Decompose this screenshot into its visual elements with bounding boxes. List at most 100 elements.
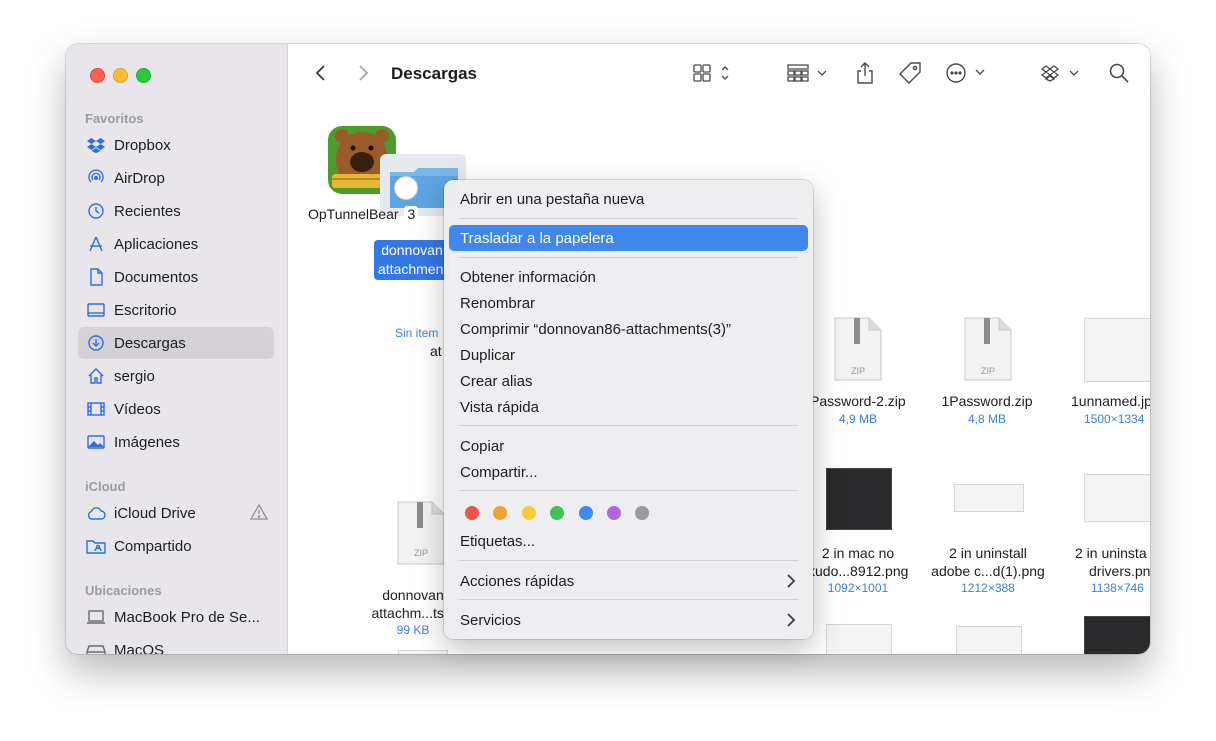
- menu-item-rename[interactable]: Renombrar: [449, 290, 808, 316]
- selected-file-label[interactable]: donnovan attachment: [374, 240, 450, 280]
- menu-item-move-to-trash[interactable]: Trasladar a la papelera: [449, 225, 808, 251]
- menu-item-tags[interactable]: Etiquetas...: [449, 528, 808, 554]
- image-thumbnail[interactable]: [956, 626, 1022, 654]
- zip-file-icon[interactable]: ZIP: [396, 500, 446, 566]
- applications-icon: [86, 234, 106, 254]
- tag-icon: [898, 61, 922, 90]
- more-actions-button[interactable]: [944, 62, 990, 88]
- menu-item-share[interactable]: Compartir...: [449, 459, 808, 485]
- menu-item-make-alias[interactable]: Crear alias: [449, 368, 808, 394]
- sidebar-item-sergio[interactable]: sergio: [78, 360, 274, 392]
- view-mode-button[interactable]: [690, 62, 734, 88]
- selected-file-meta: Sin item: [395, 326, 439, 340]
- sidebar-item-label: Documentos: [114, 268, 199, 286]
- file-name: donnovan: [382, 587, 444, 603]
- partial-filename: at: [430, 343, 442, 359]
- desktop-icon: [86, 300, 106, 320]
- sidebar-item-airdrop[interactable]: AirDrop: [78, 162, 274, 194]
- chevron-left-icon: [315, 64, 327, 87]
- share-icon: [855, 61, 875, 90]
- image-thumbnail[interactable]: [826, 624, 892, 654]
- tag-gray-button[interactable]: [635, 506, 649, 520]
- sidebar-item-documentos[interactable]: Documentos: [78, 261, 274, 293]
- tags-button[interactable]: [896, 61, 924, 90]
- zip-file-icon[interactable]: ZIP: [963, 316, 1013, 382]
- back-button[interactable]: [310, 62, 332, 88]
- close-window-button[interactable]: [90, 68, 105, 83]
- sidebar-item-compartido[interactable]: Compartido: [78, 530, 274, 562]
- file-meta: 1500×1334: [1084, 412, 1145, 426]
- sidebar-item-label: Vídeos: [114, 400, 161, 418]
- file-name: drivers.png: [1089, 563, 1150, 579]
- minimize-window-button[interactable]: [113, 68, 128, 83]
- file-meta: 1212×388: [961, 581, 1015, 595]
- zip-label: ZIP: [850, 366, 865, 376]
- image-thumbnail[interactable]: [398, 650, 448, 654]
- dropbox-menu-button[interactable]: [1040, 62, 1084, 88]
- menu-item-duplicate[interactable]: Duplicar: [449, 342, 808, 368]
- sidebar-item-dropbox[interactable]: Dropbox: [78, 129, 274, 161]
- sidebar-item-descargas[interactable]: Descargas: [78, 327, 274, 359]
- sidebar-item-recientes[interactable]: Recientes: [78, 195, 274, 227]
- sidebar-item-label: Recientes: [114, 202, 181, 220]
- menu-item-label: Servicios: [460, 611, 521, 629]
- menu-item-compress[interactable]: Comprimir “donnovan86-attachments(3)”: [449, 316, 808, 342]
- image-thumbnail[interactable]: [826, 468, 892, 530]
- image-thumbnail[interactable]: [954, 484, 1024, 512]
- image-thumbnail[interactable]: [1084, 318, 1150, 382]
- zip-file-icon[interactable]: ZIP: [833, 316, 883, 382]
- sidebar-item-escritorio[interactable]: Escritorio: [78, 294, 274, 326]
- menu-item-get-info[interactable]: Obtener información: [449, 264, 808, 290]
- context-menu: Abrir en una pestaña nueva Trasladar a l…: [444, 180, 813, 639]
- shared-folder-icon: [86, 536, 106, 556]
- sidebar-item-videos[interactable]: Vídeos: [78, 393, 274, 425]
- sidebar-item-macos[interactable]: MacOS: [78, 634, 274, 654]
- clock-icon: [86, 201, 106, 221]
- menu-item-copy[interactable]: Copiar: [449, 433, 808, 459]
- menu-item-quick-look[interactable]: Vista rápida: [449, 394, 808, 420]
- menu-item-quick-actions[interactable]: Acciones rápidas: [449, 568, 808, 594]
- selected-name-line-1: donnovan: [381, 242, 443, 258]
- film-icon: [86, 399, 106, 419]
- menu-item-services[interactable]: Servicios: [449, 607, 808, 633]
- file-name: Password-2.zip: [810, 393, 906, 409]
- sidebar: Favoritos Dropbox AirDrop Recientes Apli…: [66, 44, 288, 654]
- tag-orange-button[interactable]: [493, 506, 507, 520]
- image-thumbnail[interactable]: [1084, 616, 1150, 654]
- menu-item-label: Obtener información: [460, 268, 596, 286]
- sidebar-item-label: sergio: [114, 367, 155, 385]
- search-button[interactable]: [1106, 62, 1132, 88]
- image-thumbnail[interactable]: [1084, 474, 1150, 522]
- group-button[interactable]: [785, 62, 831, 88]
- menu-item-open-new-tab[interactable]: Abrir en una pestaña nueva: [449, 186, 808, 212]
- sidebar-item-imagenes[interactable]: Imágenes: [78, 426, 274, 458]
- menu-item-label: Compartir...: [460, 463, 538, 481]
- selected-name-line-2: attachment: [378, 261, 448, 277]
- laptop-icon: [86, 607, 106, 627]
- menu-separator: [459, 599, 798, 600]
- menu-separator: [459, 425, 798, 426]
- share-button[interactable]: [852, 61, 878, 90]
- tag-yellow-button[interactable]: [522, 506, 536, 520]
- file-meta: 1092×1001: [827, 581, 889, 595]
- tag-green-button[interactable]: [550, 506, 564, 520]
- file-meta: 99 KB: [396, 623, 430, 637]
- forward-button[interactable]: [352, 62, 374, 88]
- disk-icon: [86, 640, 106, 654]
- sidebar-item-icloud-drive[interactable]: iCloud Drive: [78, 497, 274, 529]
- zip-label: ZIP: [413, 548, 428, 558]
- zoom-window-button[interactable]: [136, 68, 151, 83]
- menu-item-label: Comprimir “donnovan86-attachments(3)”: [460, 320, 731, 338]
- chevron-right-icon: [357, 64, 369, 87]
- menu-separator: [459, 218, 798, 219]
- tag-purple-button[interactable]: [607, 506, 621, 520]
- sidebar-item-macbook[interactable]: MacBook Pro de Se...: [78, 601, 274, 633]
- airdrop-icon: [86, 168, 106, 188]
- sidebar-item-label: Descargas: [114, 334, 186, 352]
- sidebar-item-aplicaciones[interactable]: Aplicaciones: [78, 228, 274, 260]
- sidebar-item-label: Dropbox: [114, 136, 171, 154]
- tag-red-button[interactable]: [465, 506, 479, 520]
- sidebar-section-favorites: Favoritos: [85, 111, 144, 126]
- menu-item-label: Renombrar: [460, 294, 536, 312]
- tag-blue-button[interactable]: [579, 506, 593, 520]
